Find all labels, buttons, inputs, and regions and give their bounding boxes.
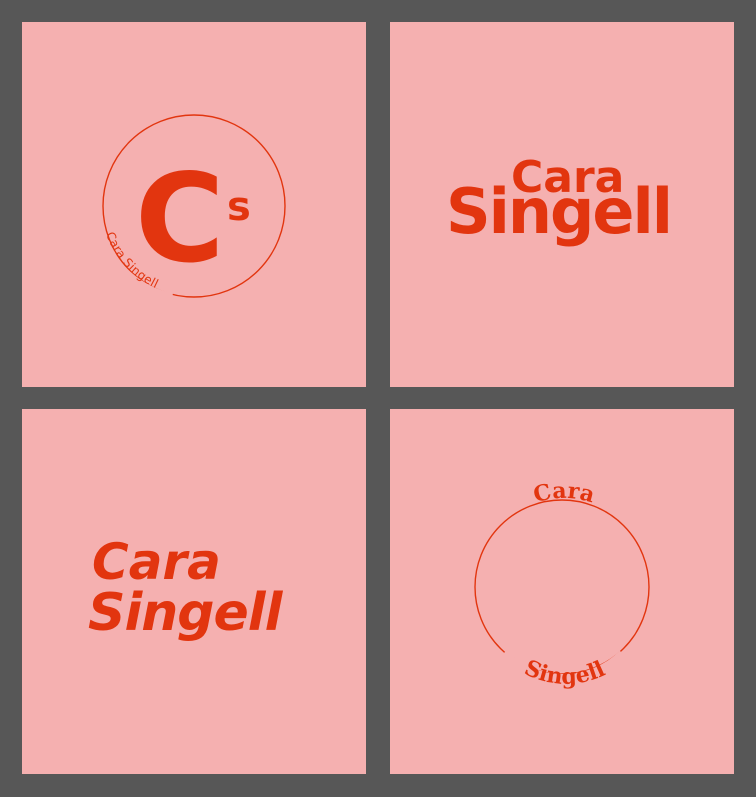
monogram-logo: C s Cara Singell <box>95 114 286 303</box>
panel-circle-badge: Cara Singell <box>390 409 734 774</box>
italic-word-singell: Singell <box>88 583 282 643</box>
badge-top-text: Cara <box>531 478 598 509</box>
italic-word-cara: Cara <box>92 533 221 591</box>
monogram-sub-initial: s <box>227 184 251 230</box>
circle-badge-logo: Cara Singell <box>474 478 650 690</box>
logo-board: C s Cara Singell Cara Singell Cara Singe… <box>0 0 756 797</box>
panel-monogram: C s Cara Singell <box>22 22 366 387</box>
stacked-word-singell: Singell <box>446 175 673 248</box>
badge-bottom-text: Singell <box>521 655 609 690</box>
panel-stacked-wordmark: Cara Singell <box>390 22 734 387</box>
monogram-initial: C <box>135 148 225 290</box>
panel-italic-wordmark: Cara Singell <box>22 409 366 774</box>
